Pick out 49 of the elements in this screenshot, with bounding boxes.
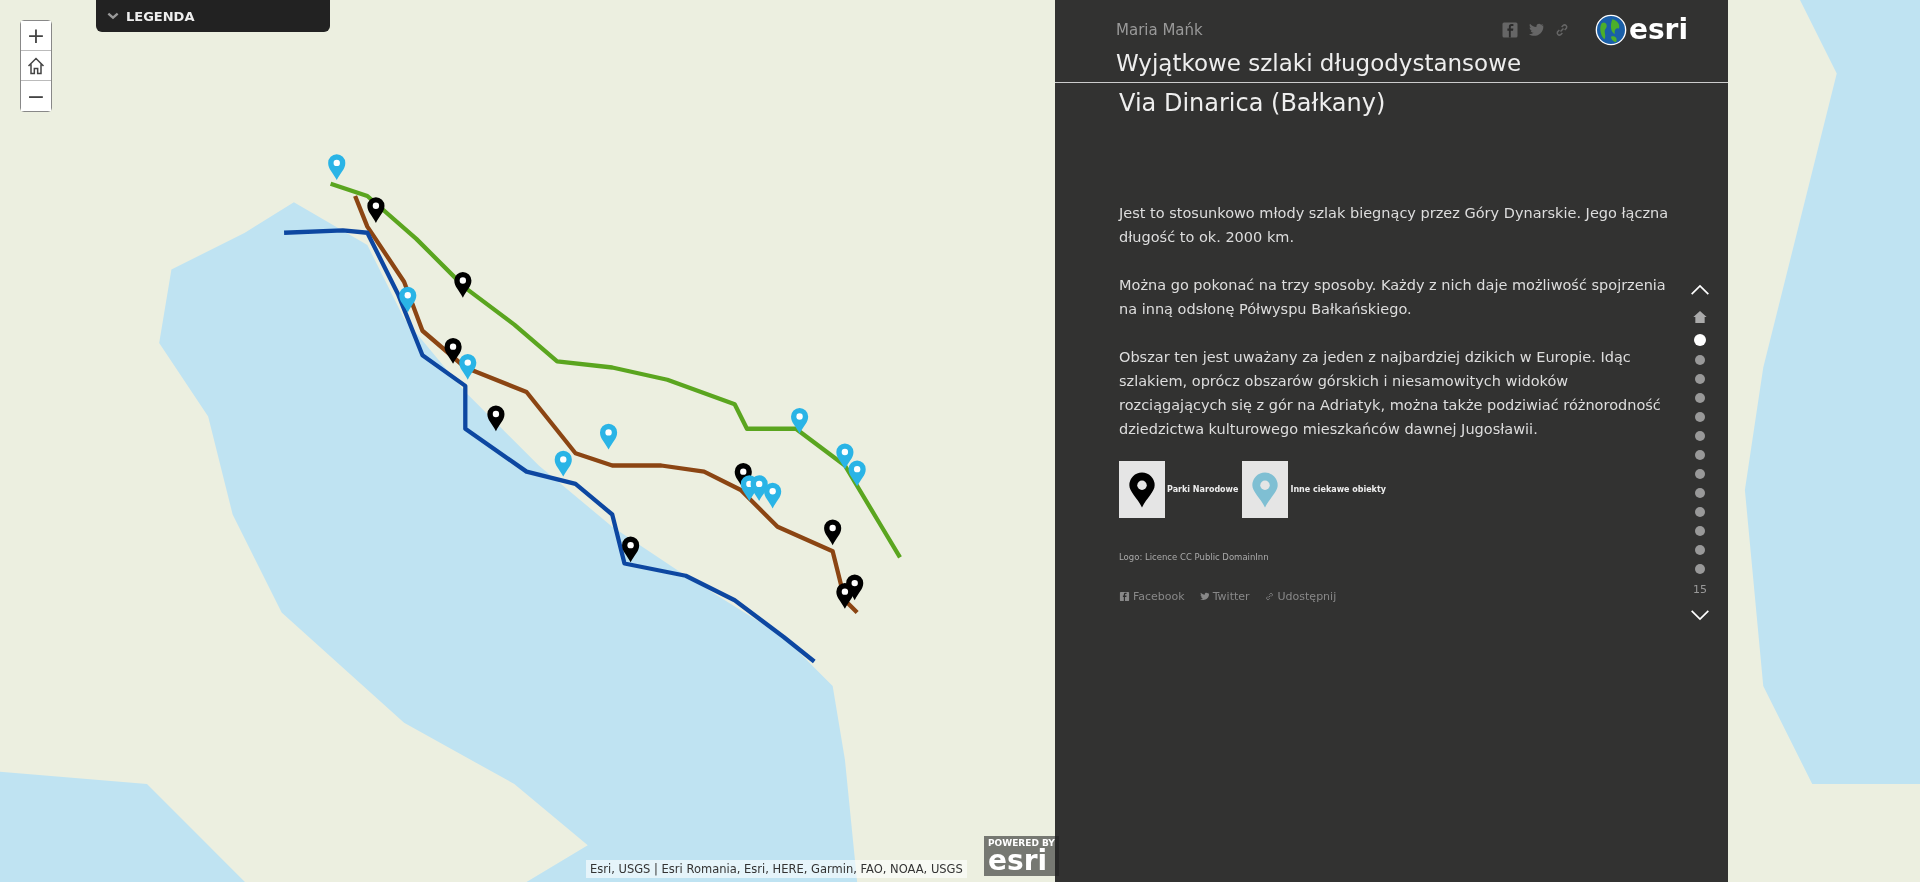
map-pin-icon[interactable] xyxy=(824,519,842,546)
section-title: Via Dinarica (Bałkany) xyxy=(1118,88,1387,117)
page-dot[interactable] xyxy=(1695,507,1705,517)
page-dot[interactable] xyxy=(1695,393,1705,403)
zoom-in-button[interactable]: + xyxy=(21,21,51,51)
page-dot[interactable] xyxy=(1695,469,1705,479)
powered-by-label: POWERED BY xyxy=(988,838,1055,848)
credit-text: Logo: Licence CC Public DomainInn xyxy=(1119,552,1270,562)
map-pin-icon[interactable] xyxy=(454,271,472,298)
page-dot[interactable] xyxy=(1695,526,1705,536)
author-name: Maria Mańk xyxy=(1116,21,1203,39)
paragraph: Jest to stosunkowo młody szlak biegnący przez Góry Dynarskie. Jego łączna długość to ok. 2000 km. xyxy=(1119,204,1670,247)
paragraph: Obszar ten jest uważany za jeden z najbardziej dzikich w Europie. Idąc szlakiem, oprócz obszarów górskich i niesamowitych widoków rozciągających się z gór na Adriatyk, można także podziwiać różnorodność dziedzictwa kulturowego mieszkańców dawnej Jugosławii. xyxy=(1119,348,1662,439)
esri-logo: esri xyxy=(1628,15,1688,45)
facebook-icon xyxy=(1119,591,1130,602)
paragraph: Można go pokonać na trzy sposoby. Każdy z nich daje możliwość spojrzenia na inną odsłonę Półwyspu Bałkańskiego. xyxy=(1119,276,1667,319)
map-pin-icon[interactable] xyxy=(622,536,640,563)
globe-icon xyxy=(1594,14,1627,46)
legend-button[interactable]: LEGENDA xyxy=(96,0,330,32)
map-pin-icon[interactable] xyxy=(367,197,385,223)
map-pin-icon[interactable] xyxy=(399,286,417,313)
map-pin-icon[interactable] xyxy=(846,574,864,601)
page-dot[interactable] xyxy=(1695,450,1705,460)
share-link[interactable]: Twitter xyxy=(1198,590,1250,603)
esri-logo: esri xyxy=(988,848,1048,874)
map-pin-icon[interactable] xyxy=(750,475,768,502)
share-link[interactable]: Facebook xyxy=(1119,590,1185,603)
home-icon[interactable] xyxy=(1692,309,1708,325)
share-link[interactable]: Udostępnij xyxy=(1263,590,1337,603)
page-dot[interactable] xyxy=(1694,334,1706,346)
page-dot[interactable] xyxy=(1695,431,1705,441)
map-pin-icon[interactable] xyxy=(487,405,505,432)
map-attribution: Esri, USGS | Esri Romania, Esri, HERE, Garmin, FAO, NOAA, USGS xyxy=(586,860,967,878)
map-pin-icon[interactable] xyxy=(444,338,462,364)
twitter-icon xyxy=(1198,591,1210,602)
page-dot[interactable] xyxy=(1695,412,1705,422)
page-count: 15 xyxy=(1693,583,1707,596)
legend-label: Inne ciekawe obiekty xyxy=(1290,485,1386,494)
link-icon xyxy=(1263,591,1275,602)
page-dot[interactable] xyxy=(1695,374,1705,384)
legend-label: Parki Narodowe xyxy=(1167,485,1239,494)
story-title: Wyjątkowe szlaki długodystansowe xyxy=(1115,49,1523,78)
page-dot[interactable] xyxy=(1695,488,1705,498)
map-pin-icon[interactable] xyxy=(459,354,477,380)
page-dot[interactable] xyxy=(1695,564,1705,574)
page-dot[interactable] xyxy=(1695,545,1705,555)
home-icon xyxy=(26,55,46,76)
facebook-icon[interactable] xyxy=(1500,21,1519,39)
page-dot[interactable] xyxy=(1695,355,1705,365)
